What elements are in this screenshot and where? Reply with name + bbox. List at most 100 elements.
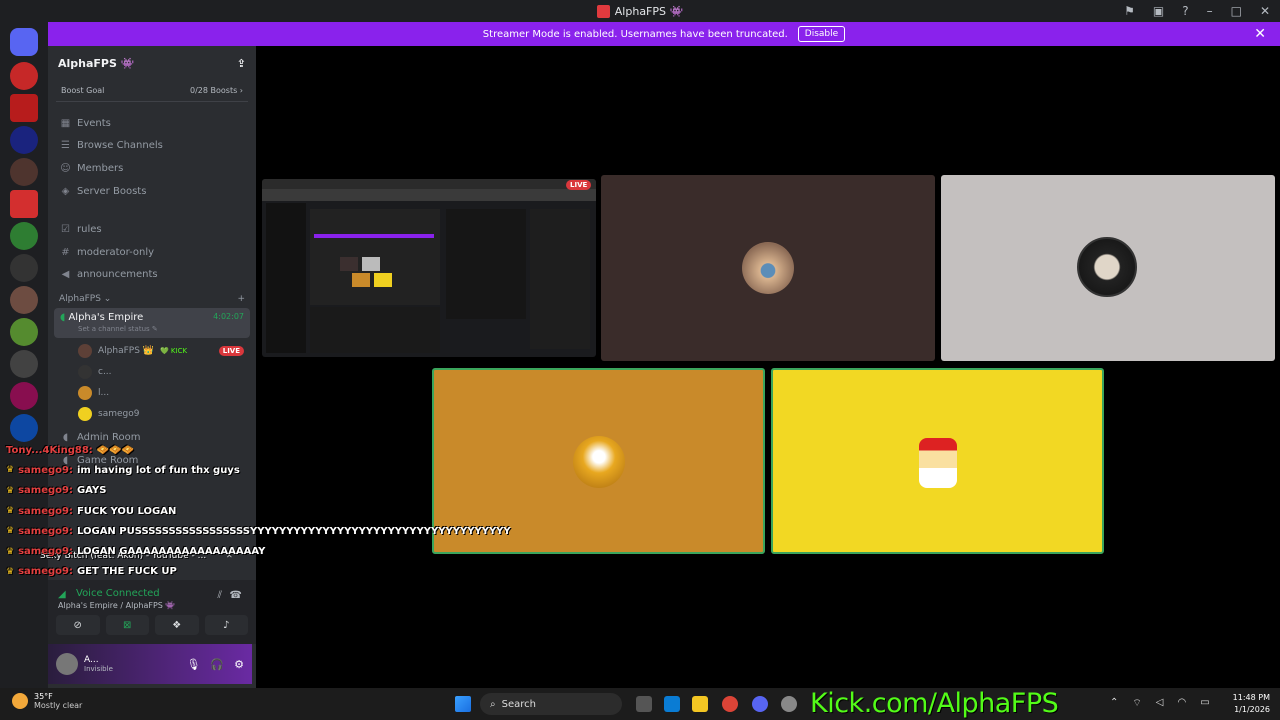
server-icon[interactable] [10,62,38,90]
voice-user[interactable]: l... [48,382,256,403]
server-icon[interactable] [10,254,38,282]
search-input[interactable]: ⌕ Search [480,693,622,715]
avatar[interactable] [56,653,78,675]
server-icon[interactable] [10,126,38,154]
kick-tag: 💚 KICK [159,346,188,355]
disconnect-icon[interactable]: ☎ [230,590,242,601]
disable-button[interactable]: Disable [797,26,846,42]
voice-connected-subtitle[interactable]: Alpha's Empire / AlphaFPS 👾 [58,601,246,610]
chat-text: LOGAN PUSSSSSSSSSSSSSSSSSYYYYYYYYYYYYYYY… [76,525,511,537]
server-icon[interactable] [10,286,38,314]
channel-moderator-only[interactable]: # moderator-only [48,241,256,264]
channel-label: rules [77,224,102,236]
weather-widget[interactable]: 35°F Mostly clear [12,692,82,710]
avatar [78,406,92,421]
live-badge: LIVE [566,180,592,190]
weather-icon [12,693,28,709]
participant-tile[interactable] [601,175,935,361]
avatar [919,438,957,488]
server-icon[interactable] [10,222,38,250]
nav-members[interactable]: ☺ Members [48,157,256,180]
discord-home-icon[interactable] [10,28,38,56]
server-icon[interactable] [10,94,38,122]
voice-user-name: c... [98,366,112,377]
calendar-icon: ▦ [60,117,71,129]
volume-icon[interactable]: ◁ [1156,697,1164,710]
chrome-icon[interactable] [722,696,738,712]
file-explorer-icon[interactable] [692,696,708,712]
inbox-icon[interactable]: ⚑ [1124,4,1135,18]
minimize-button[interactable]: – [1207,4,1213,18]
screen-share-tile[interactable] [262,179,596,357]
signal-icon[interactable]: ◢ [58,589,66,600]
app-logo-icon [596,4,610,18]
store-icon[interactable] [664,696,680,712]
activities-icon: ❖ [172,619,182,631]
participant-tile[interactable] [941,175,1275,361]
chat-user: samego9: [18,546,73,558]
server-name: AlphaFPS 👾 [58,56,135,70]
clock[interactable]: 11:48 PM 1/1/2026 [1233,692,1270,716]
server-icon[interactable] [10,158,38,186]
close-icon[interactable]: ✕ [1254,26,1266,42]
temperature: 35°F [34,692,53,701]
crown-icon: ♛ [6,465,15,476]
help-icon[interactable]: ? [1182,4,1188,18]
microphone-icon[interactable]: 🎙 [186,658,200,671]
search-icon: ⌕ [490,698,496,710]
crown-icon: ♛ [6,506,15,517]
camera-button[interactable]: ⊘ [56,615,100,635]
gear-icon[interactable]: ⚙ [234,658,244,671]
voice-user[interactable]: c... [48,361,256,382]
nav-label: Server Boosts [77,185,147,197]
nav-events[interactable]: ▦ Events [48,112,256,135]
discord-icon[interactable] [752,696,768,712]
nav-browse-channels[interactable]: ☰ Browse Channels [48,135,256,158]
channel-rules[interactable]: ☑ rules [48,218,256,241]
title-bar: AlphaFPS 👾 ⚑ ▣ ? – □ ✕ [0,0,1280,22]
category-alphafps[interactable]: AlphaFPS ⌄ + [48,286,256,306]
channel-status[interactable]: Set a channel status ✎ [60,325,244,333]
add-member-icon[interactable]: ⇪ [237,57,246,70]
network-icon[interactable]: ⌔ [1132,697,1141,710]
wifi-icon[interactable]: ◠ [1178,697,1187,710]
window-icon[interactable]: ▣ [1153,4,1164,18]
camera-off-icon: ⊘ [73,619,82,631]
headphones-icon[interactable]: 🎧 [210,658,224,671]
screen-share-button[interactable]: ⊠ [105,615,149,635]
voice-user[interactable]: samego9 [48,403,256,424]
chat-message: ♛ samego9: GAYS [0,481,560,501]
nav-server-boosts[interactable]: ◈ Server Boosts [48,180,256,203]
voice-user-alphafps[interactable]: AlphaFPS 👑 💚 KICK LIVE [48,340,256,361]
server-icon[interactable] [10,414,38,442]
participant-tile[interactable] [771,368,1104,554]
add-channel-icon[interactable]: + [237,294,245,304]
task-view-icon[interactable] [636,696,652,712]
server-icon[interactable] [10,350,38,378]
noise-suppression-icon[interactable]: ⫽ [218,590,222,601]
start-button[interactable] [455,696,471,712]
server-header[interactable]: AlphaFPS 👾 ⇪ [48,46,256,80]
soundboard-button[interactable]: ♪ [204,615,248,635]
chat-text: GAYS [76,485,107,497]
window-controls: ⚑ ▣ ? – □ ✕ [1124,0,1270,22]
boost-count: 0/28 Boosts › [190,86,243,95]
chevron-up-icon[interactable]: ⌃ [1110,697,1118,710]
channel-announcements[interactable]: ◀ announcements [48,264,256,287]
close-window-button[interactable]: ✕ [1260,4,1270,18]
server-icon[interactable] [10,190,38,218]
server-icon[interactable] [10,318,38,346]
voice-channel-alphas-empire[interactable]: ◖ Alpha's Empire 4:02:07 Set a channel s… [54,308,250,339]
voice-stage [256,46,1280,688]
chat-user: Tony...4King88: [6,444,93,456]
battery-icon[interactable]: ▭ [1200,697,1209,710]
activities-button[interactable]: ❖ [155,615,199,635]
chat-text: FUCK YOU LOGAN [76,505,177,517]
app-icon[interactable] [781,696,797,712]
boost-goal[interactable]: Boost Goal 0/28 Boosts › [56,80,248,102]
chat-message: ♛ samego9: FUCK YOU LOGAN [0,501,560,521]
maximize-button[interactable]: □ [1231,4,1242,18]
server-icon[interactable] [10,382,38,410]
avatar [742,242,794,294]
chat-message: ♛ samego9: GET THE FUCK UP [0,562,560,582]
